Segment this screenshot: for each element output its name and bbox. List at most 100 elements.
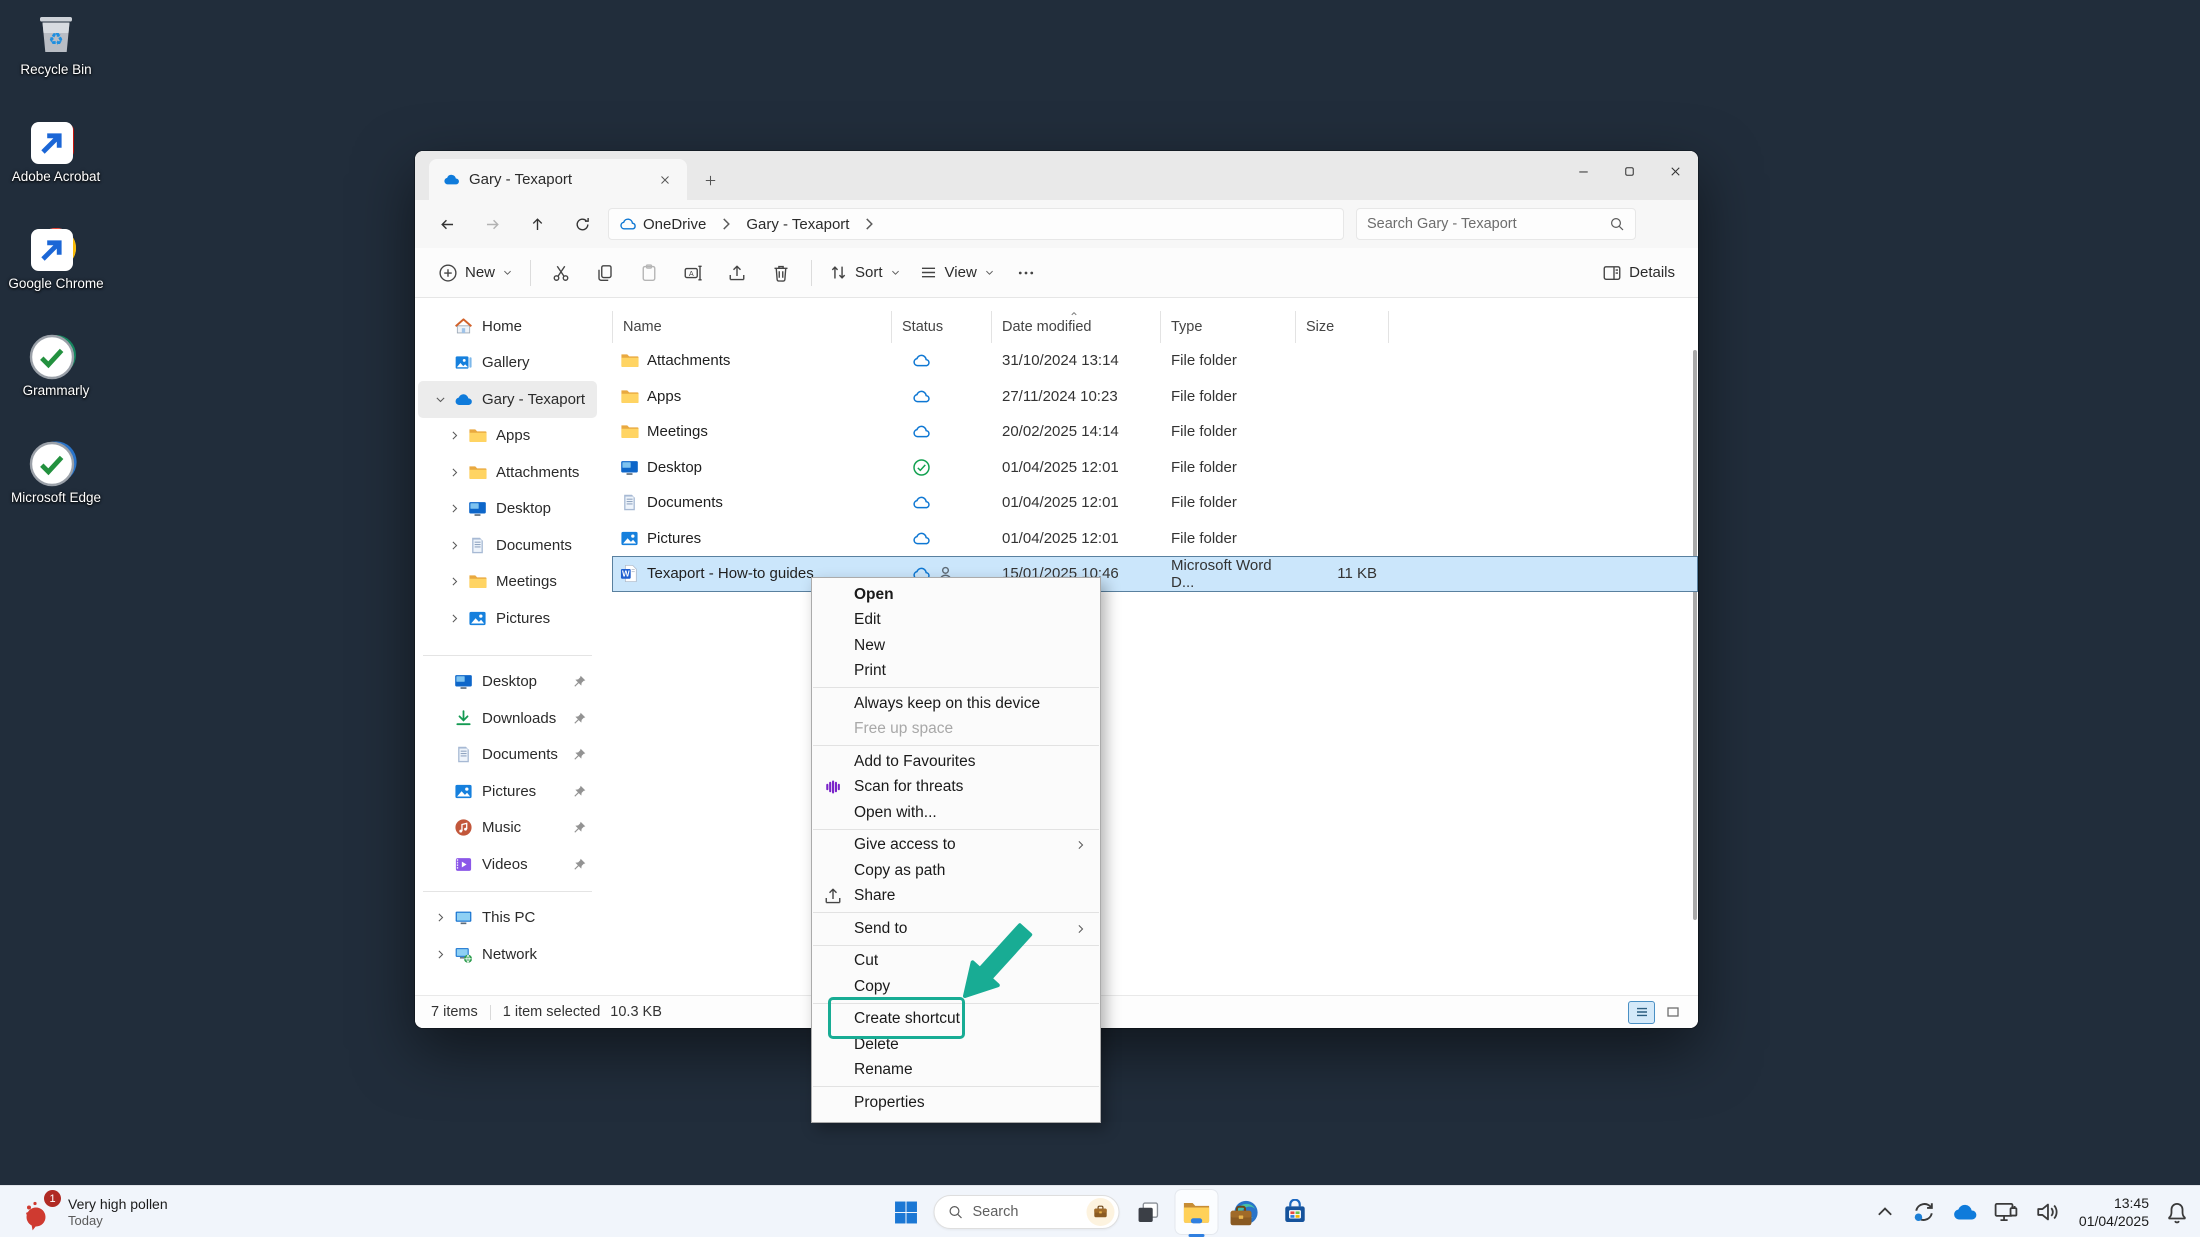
maximize-button[interactable] xyxy=(1606,151,1652,192)
column-header-date-modified[interactable]: Date modified xyxy=(992,311,1161,343)
desktop-icon-recycle-bin[interactable]: ♻Recycle Bin xyxy=(8,10,104,79)
file-row-texaport-how-to-guides[interactable]: WTexaport - How-to guides15/01/2025 10:4… xyxy=(612,556,1698,592)
context-menu-item-scan-for-threats[interactable]: Scan for threats xyxy=(812,775,1100,801)
sync-icon[interactable] xyxy=(1911,1199,1937,1225)
file-row-pictures[interactable]: Pictures01/04/2025 12:01File folder xyxy=(612,521,1698,557)
refresh-button[interactable] xyxy=(566,208,598,240)
sidebar-item-meetings[interactable]: Meetings xyxy=(418,564,597,601)
sidebar-item-desktop[interactable]: Desktop xyxy=(418,664,597,701)
breadcrumb-current[interactable]: Gary - Texaport xyxy=(746,216,849,233)
sidebar-item-this-pc[interactable]: This PC xyxy=(418,900,597,937)
start-button[interactable] xyxy=(885,1190,927,1234)
new-button[interactable]: New xyxy=(429,257,522,289)
large-icons-view-toggle[interactable] xyxy=(1659,1001,1686,1024)
column-header-status[interactable]: Status xyxy=(892,311,992,343)
up-button[interactable] xyxy=(521,208,553,240)
search-box[interactable]: Search Gary - Texaport xyxy=(1356,208,1636,240)
chevron-right-icon[interactable] xyxy=(446,464,463,481)
chevron-right-icon[interactable] xyxy=(446,610,463,627)
context-menu-item-give-access-to[interactable]: Give access to xyxy=(812,833,1100,859)
sidebar-item-desktop[interactable]: Desktop xyxy=(418,491,597,528)
cut-button[interactable] xyxy=(544,257,578,289)
sidebar-item-music[interactable]: Music xyxy=(418,810,597,847)
network-tray-icon[interactable] xyxy=(1993,1199,2019,1225)
file-explorer-taskbar-button[interactable] xyxy=(1176,1190,1218,1234)
view-button[interactable]: View xyxy=(910,257,1004,288)
new-tab-button[interactable] xyxy=(695,165,725,195)
desktop-icon-adobe-acrobat[interactable]: Adobe Acrobat xyxy=(8,117,104,186)
sidebar-item-attachments[interactable]: Attachments xyxy=(418,454,597,491)
sidebar-item-gallery[interactable]: Gallery xyxy=(418,345,597,382)
close-button[interactable] xyxy=(1652,151,1698,192)
context-menu-item-add-to-favourites[interactable]: Add to Favourites xyxy=(812,749,1100,775)
file-row-attachments[interactable]: Attachments31/10/2024 13:14File folder xyxy=(612,343,1698,379)
volume-icon[interactable] xyxy=(2034,1199,2060,1225)
context-menu-item-copy-as-path[interactable]: Copy as path xyxy=(812,858,1100,884)
tray-expand-icon[interactable] xyxy=(1874,1201,1896,1223)
onedrive-tray-icon[interactable] xyxy=(1952,1199,1978,1225)
sidebar-item-downloads[interactable]: Downloads xyxy=(418,700,597,737)
context-menu-item-open-with[interactable]: Open with... xyxy=(812,800,1100,826)
chevron-right-icon[interactable] xyxy=(432,909,449,926)
store-taskbar-button[interactable] xyxy=(1274,1190,1316,1234)
context-menu-item-always-keep-on-this-device[interactable]: Always keep on this device xyxy=(812,691,1100,717)
sidebar-item-gary-texaport[interactable]: Gary - Texaport xyxy=(418,381,597,418)
breadcrumb[interactable]: OneDrive Gary - Texaport xyxy=(608,208,1344,240)
context-menu-item-create-shortcut[interactable]: Create shortcut xyxy=(812,1007,1100,1033)
minimize-button[interactable] xyxy=(1560,151,1606,192)
context-menu-item-properties[interactable]: Properties xyxy=(812,1090,1100,1116)
rename-button[interactable]: A xyxy=(676,257,710,289)
delete-button[interactable] xyxy=(764,257,798,289)
paste-button[interactable] xyxy=(632,257,666,289)
chevron-right-icon[interactable] xyxy=(446,573,463,590)
desktop-icon-google-chrome[interactable]: Google Chrome xyxy=(8,224,104,293)
column-header-size[interactable]: Size xyxy=(1296,311,1389,343)
sidebar-item-videos[interactable]: Videos xyxy=(418,846,597,883)
context-menu-item-send-to[interactable]: Send to xyxy=(812,916,1100,942)
more-options-button[interactable] xyxy=(1009,257,1043,289)
share-button[interactable] xyxy=(720,257,754,289)
column-header-name[interactable]: Name xyxy=(612,311,892,343)
copy-button[interactable] xyxy=(588,257,622,289)
taskbar-clock[interactable]: 13:45 01/04/2025 xyxy=(2079,1194,2149,1230)
chevron-down-icon[interactable] xyxy=(432,391,449,408)
details-view-toggle[interactable] xyxy=(1628,1001,1655,1024)
context-menu-item-open[interactable]: Open xyxy=(812,582,1100,608)
context-menu-item-delete[interactable]: Delete xyxy=(812,1032,1100,1058)
sidebar-item-network[interactable]: Network xyxy=(418,936,597,973)
weather-widget[interactable]: 1 Very high pollen Today xyxy=(12,1186,176,1237)
chevron-right-icon[interactable] xyxy=(446,500,463,517)
context-menu-item-share[interactable]: Share xyxy=(812,884,1100,910)
sidebar-item-home[interactable]: Home xyxy=(418,308,597,345)
details-pane-button[interactable]: Details xyxy=(1593,257,1684,289)
context-menu-item-copy[interactable]: Copy xyxy=(812,974,1100,1000)
file-row-documents[interactable]: Documents01/04/2025 12:01File folder xyxy=(612,485,1698,521)
sidebar-item-apps[interactable]: Apps xyxy=(418,418,597,455)
desktop-icon-grammarly[interactable]: Grammarly xyxy=(8,331,104,400)
context-menu-item-rename[interactable]: Rename xyxy=(812,1058,1100,1084)
sidebar-item-pictures[interactable]: Pictures xyxy=(418,600,597,637)
chevron-right-icon[interactable] xyxy=(446,537,463,554)
file-row-desktop[interactable]: Desktop01/04/2025 12:01File folder xyxy=(612,450,1698,486)
sidebar-item-documents[interactable]: Documents xyxy=(418,737,597,774)
context-menu-item-edit[interactable]: Edit xyxy=(812,608,1100,634)
desktop-icon-microsoft-edge[interactable]: Microsoft Edge xyxy=(8,438,104,507)
task-view-button[interactable] xyxy=(1127,1190,1169,1234)
tab-close-icon[interactable] xyxy=(653,168,677,192)
chevron-right-icon[interactable] xyxy=(446,427,463,444)
back-button[interactable] xyxy=(431,208,463,240)
file-row-apps[interactable]: Apps27/11/2024 10:23File folder xyxy=(612,379,1698,415)
edge-taskbar-button[interactable] xyxy=(1225,1190,1267,1234)
chevron-right-icon[interactable] xyxy=(432,946,449,963)
breadcrumb-root[interactable]: OneDrive xyxy=(643,216,706,233)
forward-button[interactable] xyxy=(476,208,508,240)
sort-button[interactable]: Sort xyxy=(820,257,910,288)
explorer-tab[interactable]: Gary - Texaport xyxy=(429,159,687,200)
file-row-meetings[interactable]: Meetings20/02/2025 14:14File folder xyxy=(612,414,1698,450)
context-menu-item-cut[interactable]: Cut xyxy=(812,949,1100,975)
context-menu-item-new[interactable]: New xyxy=(812,633,1100,659)
sidebar-item-documents[interactable]: Documents xyxy=(418,527,597,564)
column-header-type[interactable]: Type xyxy=(1161,311,1296,343)
sidebar-item-pictures[interactable]: Pictures xyxy=(418,773,597,810)
context-menu-item-print[interactable]: Print xyxy=(812,659,1100,685)
